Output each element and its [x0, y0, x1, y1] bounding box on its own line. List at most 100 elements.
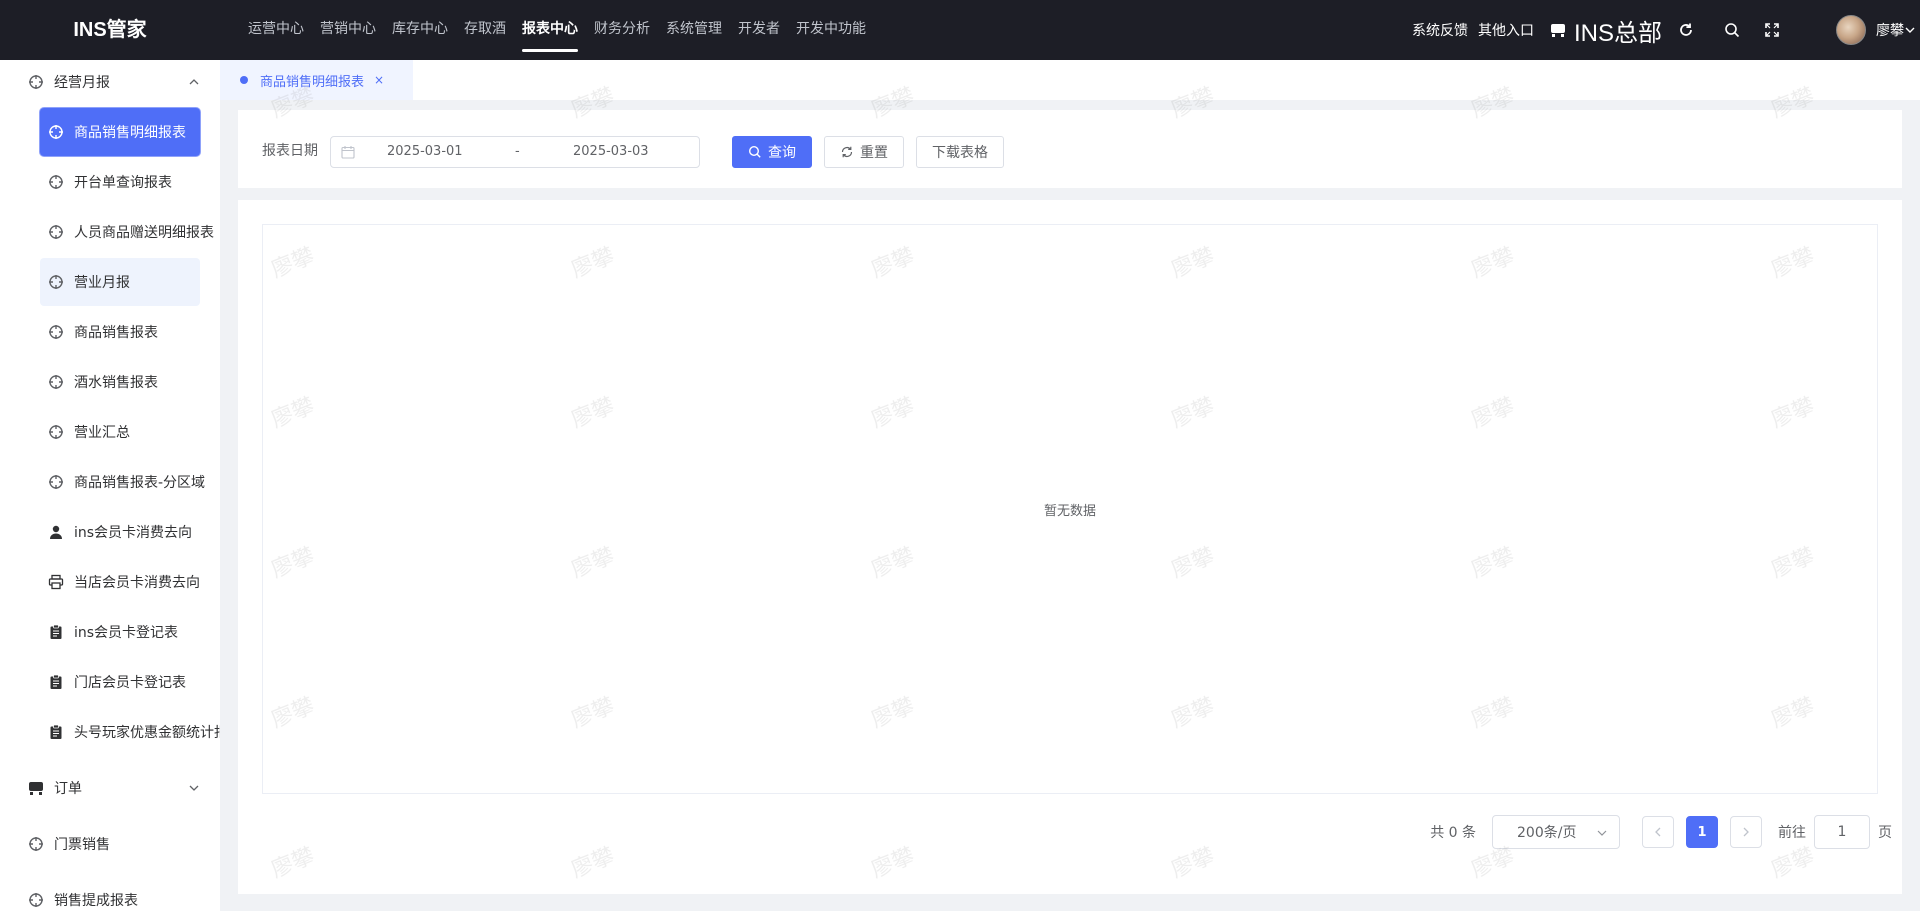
sidebar-item-label: 营业汇总: [74, 425, 130, 441]
sidebar-group-tickets[interactable]: 门票销售: [0, 816, 220, 872]
sidebar-item-store-card-register[interactable]: 门店会员卡登记表: [40, 658, 200, 706]
sidebar-item-ins-card-usage[interactable]: ins会员卡消费去向: [40, 508, 200, 556]
sidebar-item-label: 营业月报: [74, 275, 130, 291]
end-date-input[interactable]: 2025-03-03: [573, 144, 649, 159]
total-count: 共 0 条: [1430, 825, 1476, 841]
tab-label: 商品销售明细报表: [260, 74, 365, 90]
nav-item-in-development[interactable]: 开发中功能: [788, 0, 874, 60]
sidebar-item-label: 酒水销售报表: [74, 375, 158, 391]
feedback-link[interactable]: 系统反馈: [1412, 20, 1468, 40]
sidebar-item-staff-gift-detail[interactable]: 人员商品赠送明细报表: [40, 208, 214, 256]
store-icon: [28, 780, 44, 796]
sidebar-item-business-monthly[interactable]: 营业月报: [40, 258, 200, 306]
sidebar-item-business-summary[interactable]: 营业汇总: [40, 408, 200, 456]
refresh-icon[interactable]: [1676, 20, 1696, 40]
nav-item-inventory[interactable]: 库存中心: [384, 0, 456, 60]
tab-product-sales-detail[interactable]: 商品销售明细报表 ×: [220, 60, 413, 100]
date-range-picker[interactable]: 2025-03-01 - 2025-03-03: [330, 136, 700, 168]
nav-item-marketing[interactable]: 营销中心: [312, 0, 384, 60]
sidebar-item-ins-card-register[interactable]: ins会员卡登记表: [40, 608, 200, 656]
crosshair-icon: [28, 836, 44, 852]
active-dot: [240, 76, 248, 84]
sidebar-group-orders[interactable]: 订单: [0, 760, 220, 816]
nav-item-operations[interactable]: 运营中心: [240, 0, 312, 60]
query-button[interactable]: 查询: [732, 136, 812, 168]
sidebar-item-label: 当店会员卡消费去向: [74, 575, 200, 591]
sidebar: 经营月报 商品销售明细报表 开台单查询报表 人员商品赠送明细报表 营业月报 商品…: [0, 60, 220, 911]
user-icon: [48, 524, 64, 540]
close-icon[interactable]: ×: [374, 73, 384, 87]
clipboard-icon: [48, 724, 64, 740]
chevron-left-icon: [1655, 827, 1661, 837]
sidebar-item-store-card-usage[interactable]: 当店会员卡消费去向: [40, 558, 200, 606]
filter-panel: 报表日期 2025-03-01 - 2025-03-03 查询 重置 下载表格: [238, 110, 1902, 188]
clipboard-icon: [48, 674, 64, 690]
nav-item-finance[interactable]: 财务分析: [586, 0, 658, 60]
printer-icon: [48, 574, 64, 590]
tabs-bar: 商品销售明细报表 ×: [220, 60, 1920, 100]
sidebar-item-drinks-sales[interactable]: 酒水销售报表: [40, 358, 200, 406]
data-table: 暂无数据: [262, 224, 1878, 794]
prev-page-button[interactable]: [1642, 816, 1674, 848]
sidebar-item-label: 门店会员卡登记表: [74, 675, 186, 691]
top-bar: INS管家 运营中心 营销中心 库存中心 存取酒 报表中心 财务分析 系统管理 …: [0, 0, 1920, 60]
crosshair-icon: [48, 324, 64, 340]
refresh-icon: [840, 145, 854, 159]
page-number-current[interactable]: 1: [1686, 816, 1718, 848]
next-page-button[interactable]: [1730, 816, 1762, 848]
sidebar-group-label: 销售提成报表: [54, 893, 138, 909]
nav-item-developer[interactable]: 开发者: [730, 0, 788, 60]
chevron-down-icon: [1905, 27, 1915, 33]
crosshair-icon: [48, 224, 64, 240]
empty-state-text: 暂无数据: [1043, 504, 1096, 519]
store-name: INS总部: [1573, 19, 1662, 47]
fullscreen-icon[interactable]: [1762, 20, 1782, 40]
sidebar-item-product-sales[interactable]: 商品销售报表: [40, 308, 200, 356]
search-icon[interactable]: [1722, 20, 1742, 40]
sidebar-item-product-sales-detail[interactable]: 商品销售明细报表: [40, 108, 200, 156]
other-entry-link[interactable]: 其他入口: [1478, 20, 1534, 40]
app-logo[interactable]: INS管家: [0, 0, 220, 60]
download-table-button[interactable]: 下载表格: [916, 136, 1004, 168]
main-nav: 运营中心 营销中心 库存中心 存取酒 报表中心 财务分析 系统管理 开发者 开发…: [240, 0, 874, 60]
sidebar-group-label: 订单: [54, 781, 82, 797]
crosshair-icon: [48, 474, 64, 490]
sidebar-item-table-order-query[interactable]: 开台单查询报表: [40, 158, 200, 206]
sidebar-item-label: 商品销售报表-分区域: [74, 475, 206, 491]
chevron-down-icon: [189, 785, 199, 791]
user-menu[interactable]: 廖攀: [1876, 20, 1916, 40]
sidebar-item-label: 商品销售报表: [74, 325, 158, 341]
page-size-select[interactable]: 200条/页: [1492, 815, 1620, 849]
crosshair-icon: [28, 74, 44, 90]
goto-page-input[interactable]: 1: [1814, 815, 1870, 849]
sidebar-group-commission[interactable]: 销售提成报表: [0, 872, 220, 911]
avatar[interactable]: [1836, 15, 1866, 45]
sidebar-item-label: ins会员卡消费去向: [74, 525, 193, 541]
sidebar-item-top-player-discount[interactable]: 头号玩家优惠金额统计报: [40, 708, 220, 756]
nav-item-wine-storage[interactable]: 存取酒: [456, 0, 514, 60]
sidebar-item-label: 开台单查询报表: [74, 175, 172, 191]
sidebar-item-product-sales-by-area[interactable]: 商品销售报表-分区域: [40, 458, 205, 506]
sidebar-group-monthly[interactable]: 经营月报: [0, 60, 220, 104]
store-icon: [1550, 22, 1566, 38]
page-suffix: 页: [1878, 825, 1892, 841]
search-icon: [748, 145, 762, 159]
store-switcher[interactable]: INS总部: [1550, 13, 1662, 48]
sidebar-group-label: 经营月报: [54, 75, 110, 91]
crosshair-icon: [28, 892, 44, 908]
sidebar-item-label: 商品销售明细报表: [74, 125, 186, 141]
nav-item-reports[interactable]: 报表中心: [514, 0, 586, 60]
report-date-label: 报表日期: [262, 143, 318, 159]
nav-item-system[interactable]: 系统管理: [658, 0, 730, 60]
clipboard-icon: [48, 624, 64, 640]
crosshair-icon: [48, 174, 64, 190]
crosshair-icon: [48, 124, 64, 140]
start-date-input[interactable]: 2025-03-01: [387, 144, 463, 159]
sidebar-item-label: ins会员卡登记表: [74, 625, 179, 641]
query-button-label: 查询: [768, 145, 796, 161]
table-panel: 暂无数据 共 0 条 200条/页 1 前往 1 页: [238, 200, 1902, 894]
reset-button[interactable]: 重置: [824, 136, 904, 168]
goto-label: 前往: [1778, 825, 1806, 841]
page-size-value: 200条/页: [1517, 825, 1577, 841]
header-actions: 系统反馈 其他入口 INS总部 廖攀: [1412, 0, 1920, 60]
